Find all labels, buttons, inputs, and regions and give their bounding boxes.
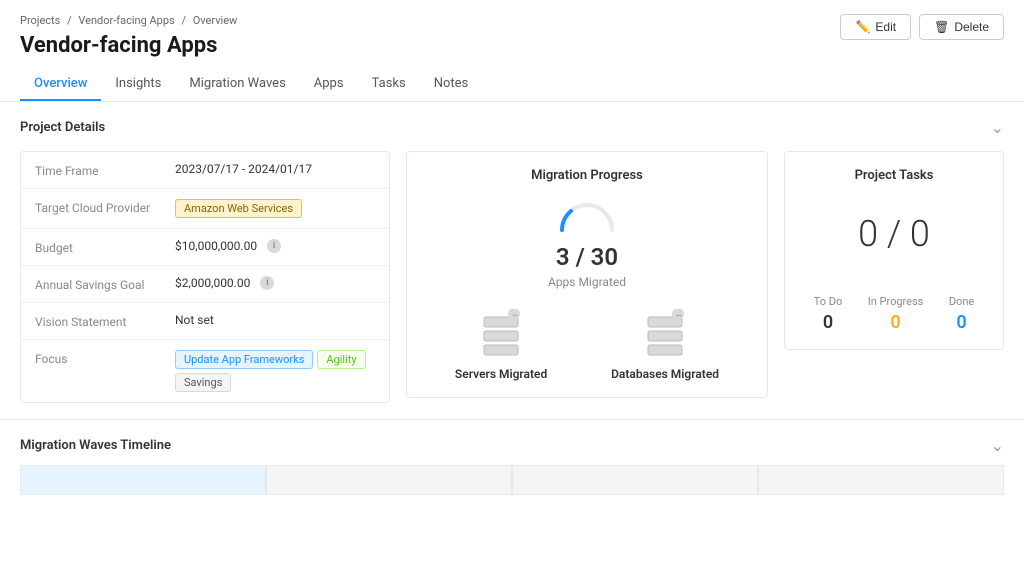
details-table: Time Frame 2023/07/17 - 2024/01/17 Targe… <box>20 151 390 403</box>
badge-savings: Savings <box>175 373 231 392</box>
apps-migrated-label: Apps Migrated <box>423 275 751 289</box>
value-timeframe: 2023/07/17 - 2024/01/17 <box>175 162 375 176</box>
budget-info-icon[interactable]: i <box>267 239 281 253</box>
value-cloud-provider: Amazon Web Services <box>175 199 375 218</box>
tab-tasks[interactable]: Tasks <box>358 68 420 101</box>
tasks-inprogress-value: 0 <box>868 312 924 333</box>
tasks-todo-label: To Do <box>814 295 843 308</box>
edit-icon: ✏️ <box>855 20 870 34</box>
tasks-inprogress-label: In Progress <box>868 295 924 308</box>
wave-cell-1 <box>20 465 266 495</box>
waves-table-preview <box>20 465 1004 495</box>
tasks-todo-value: 0 <box>814 312 843 333</box>
value-vision: Not set <box>175 313 375 327</box>
row-focus: Focus Update App Frameworks Agility Savi… <box>21 340 389 402</box>
server-icon: ↔ <box>476 309 526 359</box>
apps-migrated-section: 3 / 30 Apps Migrated <box>423 195 751 289</box>
tasks-done-value: 0 <box>949 312 974 333</box>
migration-waves-section: Migration Waves Timeline ⌄ <box>0 419 1024 495</box>
databases-migrated-item: ↔ Databases Migrated <box>611 309 719 381</box>
breadcrumb-projects[interactable]: Projects <box>20 14 60 27</box>
apps-total: 30 <box>591 243 618 271</box>
migration-progress-title: Migration Progress <box>423 168 751 183</box>
breadcrumb-overview: Overview <box>193 14 238 27</box>
apps-separator: / <box>576 243 591 271</box>
project-details-grid: Time Frame 2023/07/17 - 2024/01/17 Targe… <box>20 151 1004 403</box>
row-budget: Budget $10,000,000.00 i <box>21 229 389 266</box>
project-details-chevron[interactable]: ⌄ <box>991 118 1004 137</box>
label-cloud-provider: Target Cloud Provider <box>35 199 175 215</box>
svg-text:↔: ↔ <box>675 310 683 319</box>
label-vision: Vision Statement <box>35 313 175 329</box>
tab-apps[interactable]: Apps <box>300 68 358 101</box>
label-timeframe: Time Frame <box>35 162 175 178</box>
breadcrumb-vendor-apps[interactable]: Vendor-facing Apps <box>78 14 174 27</box>
tab-migration-waves[interactable]: Migration Waves <box>175 68 299 101</box>
delete-label: Delete <box>954 20 989 34</box>
project-details-title: Project Details <box>20 120 105 135</box>
servers-migrated-item: ↔ Servers Migrated <box>455 309 547 381</box>
label-budget: Budget <box>35 239 175 255</box>
tasks-inprogress-col: In Progress 0 <box>868 295 924 333</box>
progress-arc <box>557 195 617 235</box>
tasks-breakdown: To Do 0 In Progress 0 Done 0 <box>801 295 987 333</box>
value-focus: Update App Frameworks Agility Savings <box>175 350 375 392</box>
servers-migrated-label: Servers Migrated <box>455 367 547 381</box>
row-vision: Vision Statement Not set <box>21 303 389 340</box>
database-icon: ↔ <box>640 309 690 359</box>
progress-arc-svg <box>557 195 617 235</box>
badge-update-frameworks: Update App Frameworks <box>175 350 313 369</box>
delete-button[interactable]: 🗑 Delete <box>919 14 1004 40</box>
tab-insights[interactable]: Insights <box>101 68 175 101</box>
apps-migrated-number: 3 / 30 <box>423 243 751 271</box>
apps-current: 3 <box>556 243 570 271</box>
savings-info-icon[interactable]: i <box>260 276 274 290</box>
badge-aws: Amazon Web Services <box>175 199 302 218</box>
wave-cell-2 <box>266 465 512 495</box>
edit-button[interactable]: ✏️ Edit <box>840 14 911 40</box>
migration-icons-row: ↔ Servers Migrated <box>423 309 751 381</box>
nav-tabs: Overview Insights Migration Waves Apps T… <box>20 68 1004 101</box>
edit-label: Edit <box>875 20 896 34</box>
label-focus: Focus <box>35 350 175 366</box>
tasks-done-col: Done 0 <box>949 295 974 333</box>
tasks-main-number: 0 / 0 <box>801 213 987 255</box>
databases-migrated-label: Databases Migrated <box>611 367 719 381</box>
badge-agility: Agility <box>317 350 365 369</box>
svg-text:↔: ↔ <box>511 310 519 319</box>
wave-cell-3 <box>512 465 758 495</box>
tasks-todo-col: To Do 0 <box>814 295 843 333</box>
waves-title: Migration Waves Timeline <box>20 438 171 453</box>
project-tasks-title: Project Tasks <box>801 168 987 183</box>
value-savings-goal: $2,000,000.00 i <box>175 276 375 290</box>
tab-notes[interactable]: Notes <box>420 68 483 101</box>
migration-progress-card: Migration Progress 3 / 30 Apps Migrated <box>406 151 768 398</box>
project-details-section: Project Details ⌄ Time Frame 2023/07/17 … <box>0 102 1024 419</box>
waves-chevron[interactable]: ⌄ <box>991 436 1004 455</box>
tasks-done-label: Done <box>949 295 974 308</box>
row-timeframe: Time Frame 2023/07/17 - 2024/01/17 <box>21 152 389 189</box>
wave-cell-4 <box>758 465 1004 495</box>
project-tasks-card: Project Tasks 0 / 0 To Do 0 In Progress … <box>784 151 1004 350</box>
value-budget: $10,000,000.00 i <box>175 239 375 253</box>
tab-overview[interactable]: Overview <box>20 68 101 101</box>
delete-icon: 🗑 <box>934 20 949 34</box>
waves-header: Migration Waves Timeline ⌄ <box>20 436 1004 455</box>
row-cloud-provider: Target Cloud Provider Amazon Web Service… <box>21 189 389 229</box>
label-savings-goal: Annual Savings Goal <box>35 276 175 292</box>
row-savings-goal: Annual Savings Goal $2,000,000.00 i <box>21 266 389 303</box>
